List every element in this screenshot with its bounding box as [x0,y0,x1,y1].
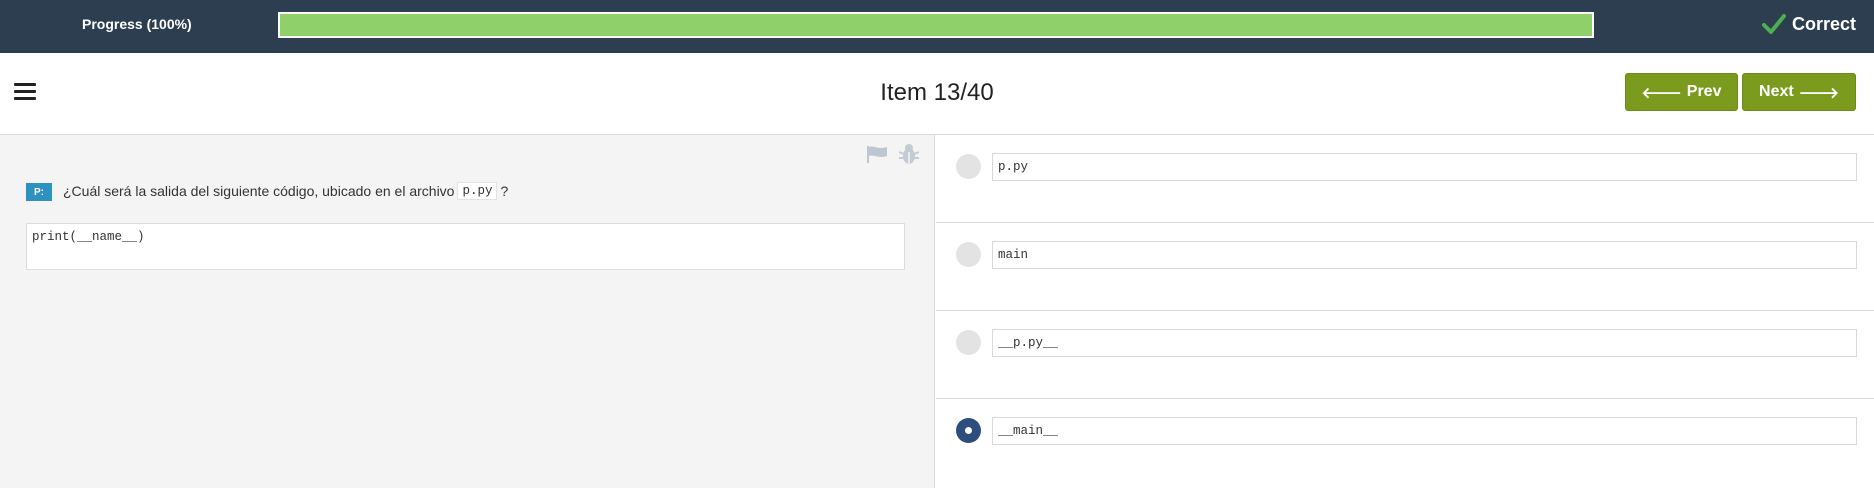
flag-icon[interactable] [866,145,888,163]
check-icon [1761,14,1786,34]
progress-label: Progress (100%) [82,16,192,32]
answer-option[interactable]: p.py [936,135,1874,223]
question-suffix: ? [500,183,509,199]
next-button-label: Next [1759,83,1794,100]
question-pane: P: ¿Cuál será la salida del siguiente có… [0,135,935,488]
answer-pane: p.py main __p.py__ __main__ [936,135,1874,488]
question-badge: P: [26,183,52,201]
question-prompt: ¿Cuál será la salida del siguiente códig… [63,183,455,199]
option-text: main [992,241,1857,269]
radio-button[interactable] [956,154,981,179]
progress-track [278,12,1594,38]
radio-button[interactable] [956,330,981,355]
option-text: __main__ [992,417,1857,445]
status-label: Correct [1791,13,1856,34]
status-indicator: Correct [1761,13,1856,35]
answer-option[interactable]: __main__ [936,399,1874,487]
answer-option[interactable]: __p.py__ [936,311,1874,399]
progress-bar-header: Progress (100%) Correct [0,0,1874,53]
prev-button-label: Prev [1686,83,1722,100]
prev-button[interactable]: 🡐 Prev [1625,73,1738,111]
code-block: print(__name__) [26,223,905,270]
question-filename: p.py [457,182,498,200]
arrow-left-icon: 🡐 [1641,84,1682,102]
radio-button[interactable] [956,242,981,267]
arrow-right-icon: 🡒 [1798,84,1839,102]
bug-icon[interactable] [899,143,919,165]
header: Item 13/40 🡐 Prev Next 🡒 [0,53,1874,135]
option-text: __p.py__ [992,329,1857,357]
question-text: ¿Cuál será la salida del siguiente códig… [63,182,508,200]
option-text: p.py [992,153,1857,181]
item-title: Item 13/40 [880,79,994,106]
radio-button[interactable] [956,418,981,443]
progress-fill [280,14,1592,36]
next-button[interactable]: Next 🡒 [1742,73,1856,111]
answer-option[interactable]: main [936,223,1874,311]
